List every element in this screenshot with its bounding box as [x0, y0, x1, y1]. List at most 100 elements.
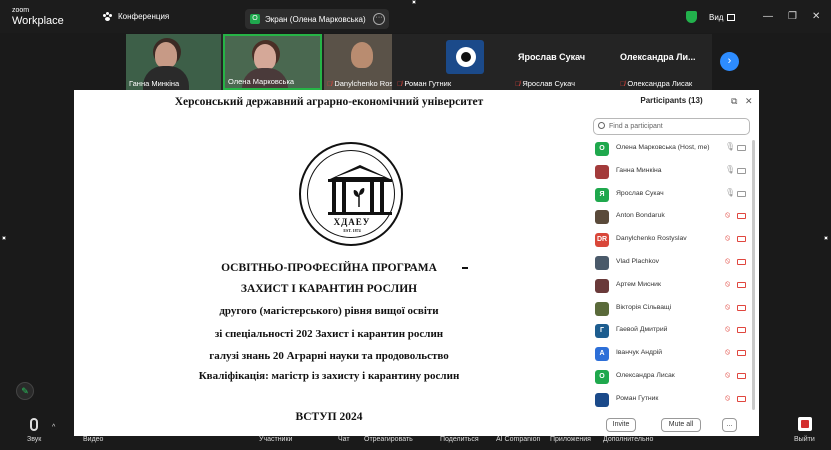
close-panel-icon[interactable]: ✕: [745, 90, 753, 112]
mic-icon[interactable]: 🎙: [725, 142, 735, 151]
app-logo: zoom Workplace: [12, 7, 64, 27]
doc-line: Кваліфікація: магістр із захисту і каран…: [198, 370, 460, 382]
more-options-icon[interactable]: ···: [373, 13, 385, 25]
toolbar-participants[interactable]: Участники: [259, 436, 292, 443]
video-tile[interactable]: 🎙̸ Роман Гутник: [394, 34, 488, 90]
toolbar-share[interactable]: Поделиться: [440, 436, 479, 443]
participants-footer: Invite Mute all ...: [584, 416, 759, 436]
participants-panel: Participants (13) ⧉ ✕ Find a participant…: [584, 90, 759, 436]
view-label: Вид: [709, 13, 724, 22]
participant-name: Артем Мисник: [616, 280, 661, 288]
doc-line: галузі знань 20 Аграрні науки та продово…: [209, 350, 449, 362]
video-off-icon[interactable]: [737, 281, 746, 288]
video-off-icon[interactable]: [737, 373, 746, 379]
conference-label: Конференция: [118, 12, 170, 21]
avatar: О: [595, 142, 609, 156]
participant-row[interactable]: Vlad Plachkov ⦸: [584, 252, 759, 274]
participant-row[interactable]: Вікторія Сільващі ⦸: [584, 298, 759, 320]
participant-row[interactable]: Ганна Минкіна 🎙: [584, 161, 759, 183]
mic-icon[interactable]: 🎙: [725, 165, 735, 174]
muted-mic-icon[interactable]: ⦸: [725, 256, 730, 266]
avatar: Я: [595, 187, 609, 202]
video-off-icon[interactable]: [737, 259, 746, 265]
participant-list-scrollbar[interactable]: [752, 140, 755, 410]
muted-mic-icon[interactable]: ⦸: [725, 347, 730, 357]
participant-row[interactable]: Роман Гутник ⦸: [584, 389, 759, 411]
restore-icon[interactable]: ❐: [788, 11, 797, 22]
participant-name: Гаевой Дмитрий: [616, 326, 668, 334]
video-tile-active-speaker[interactable]: Олена Марковська: [223, 34, 322, 90]
participant-row[interactable]: А Іванчук Андрій ⦸: [584, 343, 759, 365]
muted-mic-icon[interactable]: ⦸: [725, 279, 730, 289]
muted-mic-icon[interactable]: ⦸: [725, 210, 730, 220]
toolbar-more[interactable]: Дополнительно: [603, 436, 653, 443]
video-tile[interactable]: Ганна Минкіна: [126, 34, 221, 90]
gallery-next-button[interactable]: ›: [720, 52, 739, 71]
participant-row[interactable]: Артем Мисник ⦸: [584, 275, 759, 297]
video-icon[interactable]: [737, 190, 746, 197]
muted-mic-icon[interactable]: ⦸: [725, 324, 730, 334]
mute-all-button[interactable]: Mute all: [661, 418, 701, 432]
muted-mic-icon[interactable]: ⦸: [725, 233, 730, 243]
resize-handle[interactable]: [412, 0, 416, 4]
tile-name: 🎙̸ Danylchenko Rostyslav: [327, 79, 392, 88]
popout-icon[interactable]: ⧉: [731, 90, 737, 112]
avatar: [595, 392, 609, 407]
annotate-pencil-icon[interactable]: ✎: [16, 382, 34, 400]
participant-search-input[interactable]: Find a participant: [593, 118, 750, 135]
resize-handle[interactable]: [2, 236, 6, 240]
video-off-icon[interactable]: [737, 236, 746, 243]
toolbar-leave[interactable]: Выйти: [794, 436, 815, 443]
video-off-icon[interactable]: [737, 304, 746, 311]
toolbar-apps[interactable]: Приложения: [550, 436, 591, 443]
video-off-icon[interactable]: [737, 350, 746, 357]
video-icon[interactable]: [737, 167, 746, 174]
university-emblem: ХДАЕУ EST. 1874: [299, 142, 403, 246]
top-bar: zoom Workplace Конференция О Экран (Олен…: [0, 0, 831, 33]
video-tile[interactable]: 🎙̸ Danylchenko Rostyslav: [324, 34, 392, 90]
sprout-icon: [353, 188, 365, 207]
participant-row[interactable]: Я Ярослав Сукач 🎙: [584, 184, 759, 206]
video-tile[interactable]: Олександра Ли... 🎙̸ Олександра Лисак: [602, 34, 712, 90]
avatar: А: [595, 347, 609, 362]
toolbar-ai-companion[interactable]: AI Companion: [496, 436, 540, 443]
invite-button[interactable]: Invite: [606, 418, 636, 432]
video-off-icon[interactable]: [737, 327, 746, 334]
participant-row[interactable]: Anton Bondaruk ⦸: [584, 206, 759, 228]
toolbar-chat[interactable]: Чат: [338, 436, 350, 443]
muted-mic-icon: 🎙̸: [620, 81, 626, 88]
conference-menu[interactable]: Конференция: [103, 12, 169, 21]
toolbar-audio[interactable]: Звук: [27, 436, 41, 443]
toolbar-react[interactable]: Отреагировать: [364, 436, 413, 443]
participant-row[interactable]: Г Гаевой Дмитрий ⦸: [584, 320, 759, 342]
close-window-icon[interactable]: ✕: [812, 11, 820, 22]
exit-icon[interactable]: [798, 417, 812, 431]
resize-handle[interactable]: [824, 236, 828, 240]
minimize-icon[interactable]: —: [763, 11, 773, 22]
participant-row[interactable]: О Олександра Лисак ⦸: [584, 366, 759, 388]
avatar: DR: [595, 233, 609, 248]
video-off-icon[interactable]: [737, 395, 746, 402]
security-shield-icon[interactable]: [686, 11, 697, 23]
participant-name: Іванчук Андрій: [616, 349, 663, 357]
microphone-icon[interactable]: [30, 418, 38, 431]
screen-share-indicator[interactable]: О Экран (Олена Марковська) ···: [245, 9, 389, 29]
video-tile[interactable]: Ярослав Сукач 🎙̸ Ярослав Сукач: [490, 34, 600, 90]
mic-icon[interactable]: 🎙: [725, 188, 735, 197]
tile-name: Олена Марковська: [228, 77, 295, 86]
muted-mic-icon[interactable]: ⦸: [725, 393, 730, 403]
more-button[interactable]: ...: [722, 418, 737, 432]
participant-row[interactable]: О Олена Марковська (Host, me) 🎙: [584, 138, 759, 160]
participant-row[interactable]: DR Danylchenko Rostyslav ⦸: [584, 229, 759, 251]
muted-mic-icon[interactable]: ⦸: [725, 370, 730, 380]
participant-name: Ганна Минкіна: [616, 166, 662, 174]
tile-name: 🎙̸ Олександра Лисак: [620, 79, 693, 88]
university-title: Херсонський державний аграрно-економічни…: [174, 96, 484, 108]
video-off-icon[interactable]: [737, 213, 746, 220]
toolbar-video[interactable]: Видео: [83, 436, 103, 443]
view-menu[interactable]: Вид: [709, 13, 736, 22]
muted-mic-icon[interactable]: ⦸: [725, 302, 730, 312]
audio-caret-icon[interactable]: ^: [52, 424, 55, 431]
video-icon[interactable]: [737, 145, 746, 151]
video-gallery-strip: Ганна Минкіна Олена Марковська 🎙̸ Danylc…: [126, 34, 712, 90]
